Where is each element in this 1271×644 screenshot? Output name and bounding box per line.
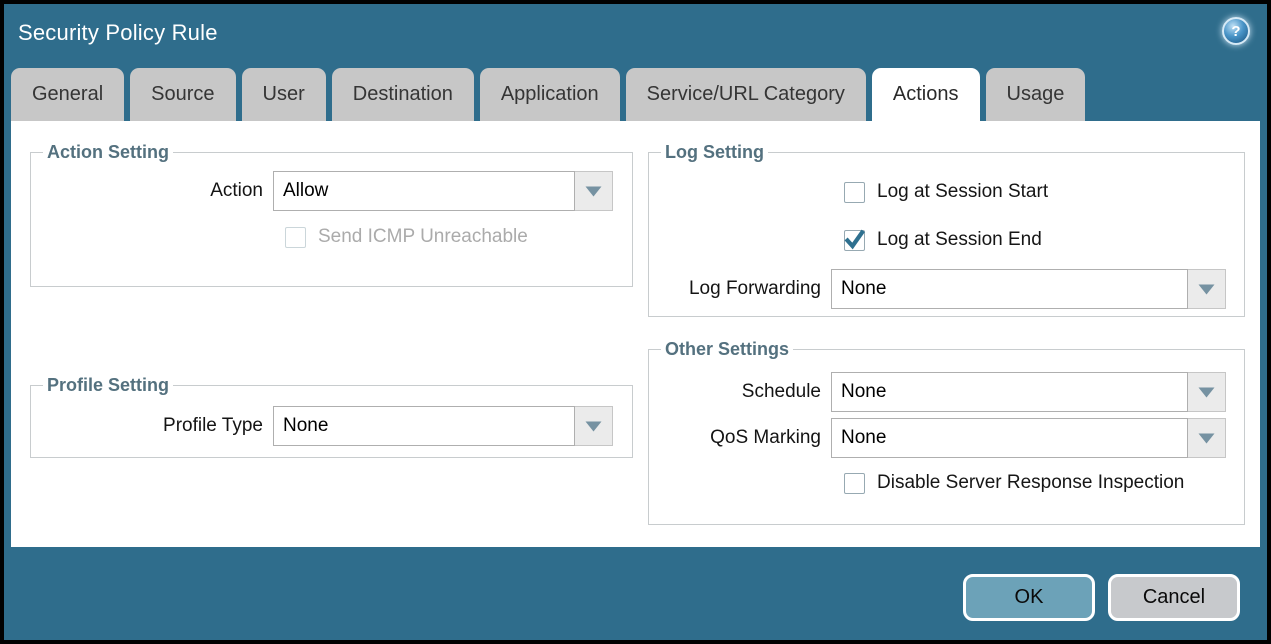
tab-actions[interactable]: Actions [872,68,980,121]
log-at-session-start-label: Log at Session Start [877,181,1048,203]
log-at-session-end-label: Log at Session End [877,229,1042,251]
log-setting-section: Log Setting Log at Session Start Log at … [648,142,1245,317]
action-setting-section: Action Setting Action Allow Send ICMP Un… [30,142,633,287]
help-icon[interactable]: ? [1222,17,1250,45]
tab-general[interactable]: General [11,68,124,121]
tab-destination[interactable]: Destination [332,68,474,121]
dialog-title: Security Policy Rule [18,20,218,46]
profile-type-label: Profile Type [41,415,273,437]
qos-marking-dropdown[interactable]: None [831,418,1226,458]
other-settings-legend: Other Settings [661,339,793,360]
schedule-dropdown[interactable]: None [831,372,1226,412]
disable-server-response-inspection-checkbox[interactable] [844,473,865,494]
qos-marking-dropdown-value: None [831,418,1188,458]
profile-setting-legend: Profile Setting [43,375,173,396]
log-setting-legend: Log Setting [661,142,768,163]
dsri-row: Disable Server Response Inspection [844,472,1234,494]
tab-application[interactable]: Application [480,68,620,121]
chevron-down-icon[interactable] [1188,418,1226,458]
log-forwarding-label: Log Forwarding [659,278,831,300]
chevron-down-icon[interactable] [1188,269,1226,309]
tab-user[interactable]: User [242,68,326,121]
action-dropdown-value: Allow [273,171,575,211]
log-forwarding-dropdown-value: None [831,269,1188,309]
chevron-down-icon[interactable] [575,406,613,446]
profile-setting-section: Profile Setting Profile Type None [30,375,633,458]
schedule-label: Schedule [659,381,831,403]
send-icmp-label: Send ICMP Unreachable [318,226,528,248]
tab-service-url-category[interactable]: Service/URL Category [626,68,866,121]
security-policy-rule-dialog: Security Policy Rule ? General Source Us… [0,0,1271,644]
log-at-session-start-checkbox[interactable] [844,182,865,203]
qos-marking-label: QoS Marking [659,427,831,449]
log-at-session-end-checkbox[interactable] [844,230,865,251]
action-label: Action [41,180,273,202]
disable-server-response-inspection-label: Disable Server Response Inspection [877,472,1184,494]
tab-source[interactable]: Source [130,68,235,121]
log-forwarding-dropdown[interactable]: None [831,269,1226,309]
tab-usage[interactable]: Usage [986,68,1086,121]
other-settings-section: Other Settings Schedule None QoS Marking… [648,339,1245,525]
action-dropdown[interactable]: Allow [273,171,613,211]
ok-button[interactable]: OK [963,574,1095,621]
action-setting-legend: Action Setting [43,142,173,163]
send-icmp-row: Send ICMP Unreachable [285,226,622,248]
send-icmp-checkbox [285,227,306,248]
chevron-down-icon[interactable] [575,171,613,211]
profile-type-dropdown-value: None [273,406,575,446]
log-session-end-row: Log at Session End [844,229,1234,251]
chevron-down-icon[interactable] [1188,372,1226,412]
schedule-dropdown-value: None [831,372,1188,412]
log-session-start-row: Log at Session Start [844,181,1234,203]
dialog-titlebar: Security Policy Rule ? [4,4,1267,62]
dialog-footer: OK Cancel [4,547,1267,640]
cancel-button[interactable]: Cancel [1108,574,1240,621]
actions-tab-panel: Action Setting Action Allow Send ICMP Un… [11,121,1260,547]
tab-bar: General Source User Destination Applicat… [4,62,1267,121]
help-icon-glyph: ? [1231,23,1240,40]
profile-type-dropdown[interactable]: None [273,406,613,446]
